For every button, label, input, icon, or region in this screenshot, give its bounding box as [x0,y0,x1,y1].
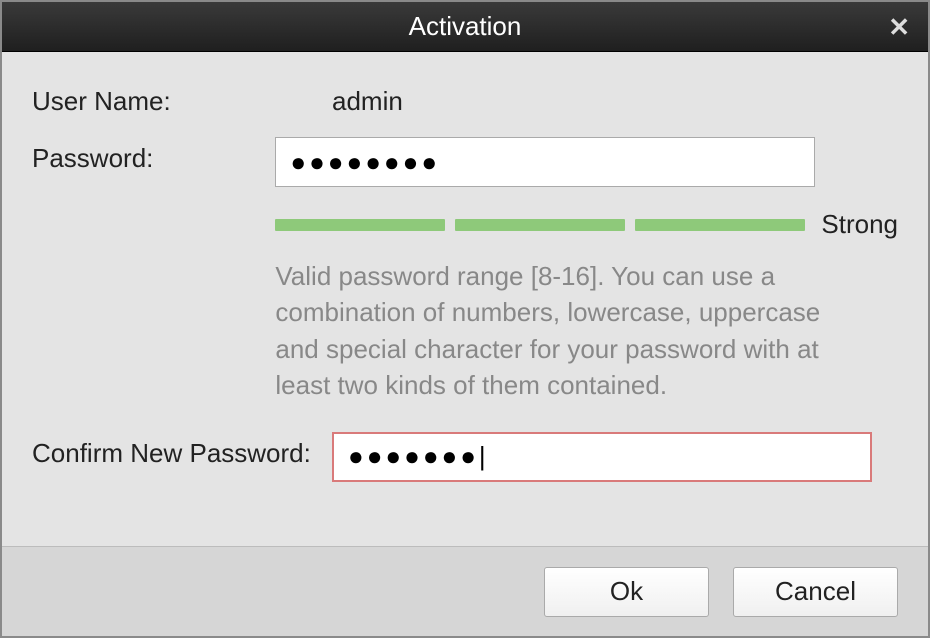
dialog-content: User Name: admin Password: Strong Valid … [2,52,928,546]
confirm-password-input[interactable] [332,432,872,482]
strength-label: Strong [821,209,898,240]
close-icon[interactable]: ✕ [888,14,910,40]
password-row: Password: Strong Valid password range [8… [32,137,898,404]
dialog-footer: Ok Cancel [2,546,928,636]
confirm-row: Confirm New Password: [32,432,898,482]
password-label: Password: [32,137,275,174]
activation-dialog: Activation ✕ User Name: admin Password: … [0,0,930,638]
strength-bar-3 [635,219,805,231]
password-strength: Strong [275,209,898,240]
cancel-button[interactable]: Cancel [733,567,898,617]
strength-bar-1 [275,219,445,231]
strength-bar-2 [455,219,625,231]
ok-button[interactable]: Ok [544,567,709,617]
username-row: User Name: admin [32,80,898,117]
confirm-password-label: Confirm New Password: [32,432,332,469]
username-value: admin [332,80,898,117]
titlebar: Activation ✕ [2,2,928,52]
password-hint: Valid password range [8-16]. You can use… [275,258,835,404]
username-label: User Name: [32,80,332,117]
dialog-title: Activation [409,11,522,42]
password-input[interactable] [275,137,815,187]
